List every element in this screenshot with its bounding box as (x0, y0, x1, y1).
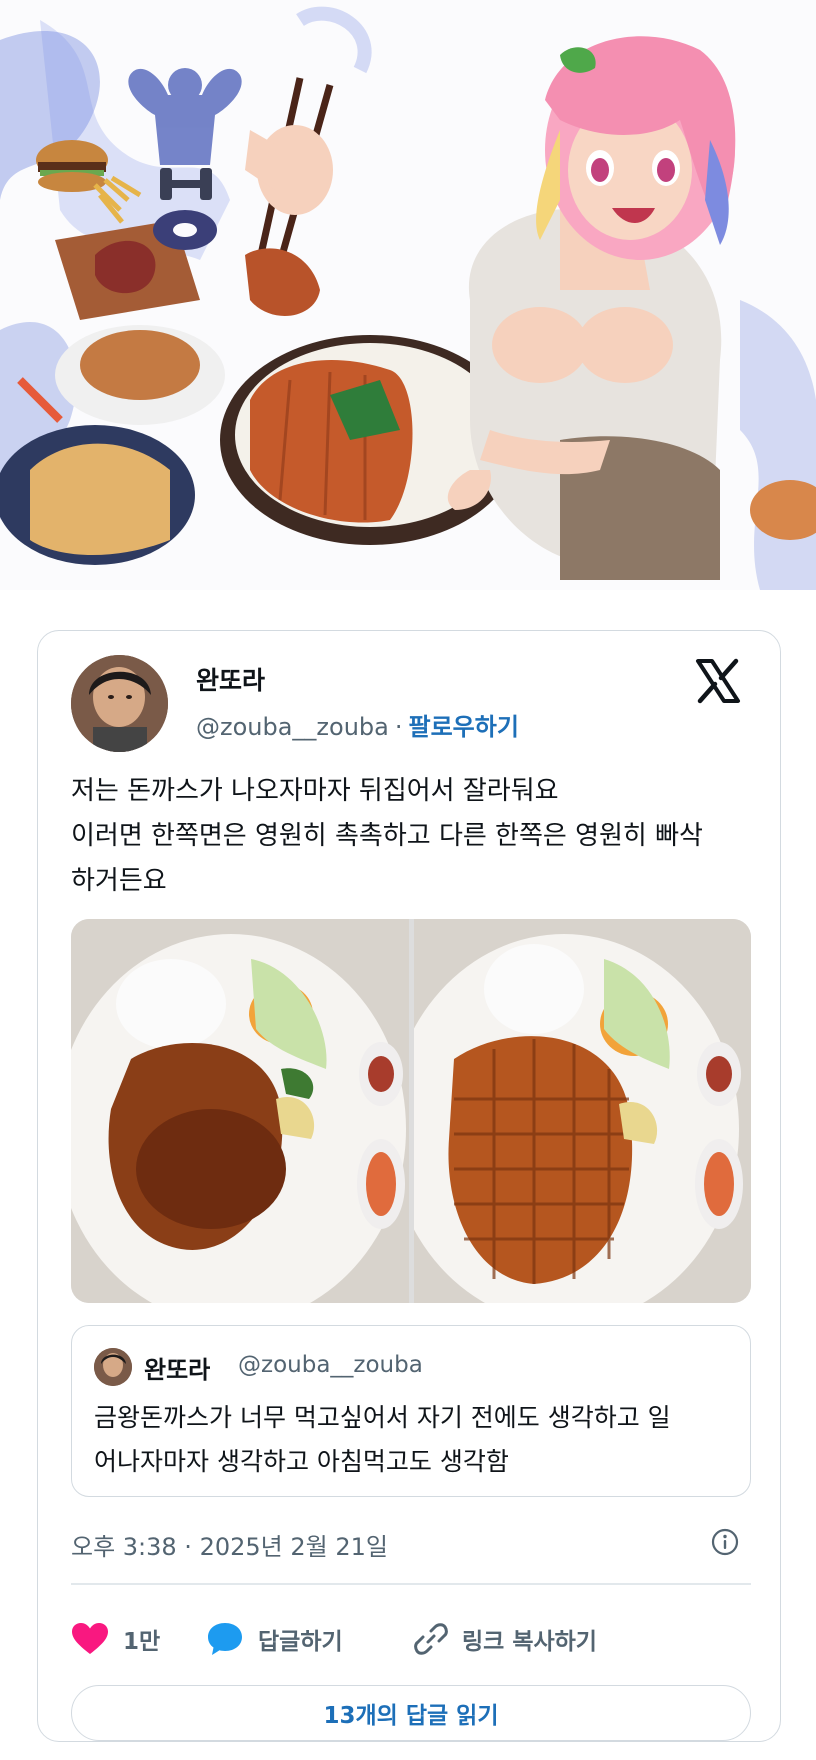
author-meta: @zouba__zouba · 팔로우하기 (196, 707, 519, 742)
speech-bubble-icon (208, 1623, 242, 1655)
divider (71, 1583, 751, 1585)
media-photo-whole-katsu[interactable] (71, 919, 409, 1303)
tweet-text: 저는 돈까스가 나오자마자 뒤집어서 잘라둬요 이러면 한쪽면은 영원히 촉촉하… (71, 769, 761, 904)
x-logo-icon[interactable] (694, 657, 742, 705)
tweet-media[interactable] (71, 919, 751, 1303)
quoted-tweet[interactable]: 완또라 @zouba__zouba 금왕돈까스가 너무 먹고싶어서 자기 전에도… (71, 1325, 751, 1497)
tweet-text-line: 하거든요 (71, 866, 167, 896)
quote-text-line: 금왕돈까스가 너무 먹고싶어서 자기 전에도 생각하고 일 (94, 1403, 671, 1432)
illustration-banner (0, 0, 816, 590)
tweet-text-line: 저는 돈까스가 나오자마자 뒤집어서 잘라둬요 (71, 776, 559, 806)
quote-author-handle: @zouba__zouba (238, 1352, 423, 1378)
tweet-text-line: 이러면 한쪽면은 영원히 촉촉하고 다른 한쪽은 영원히 빠삭 (71, 821, 703, 851)
info-icon[interactable] (710, 1527, 740, 1557)
reply-button[interactable]: 답글하기 (206, 1616, 343, 1662)
like-count: 1만 (123, 1629, 161, 1655)
quote-author-name: 완또라 (144, 1356, 211, 1384)
link-icon (414, 1623, 448, 1655)
quote-text: 금왕돈까스가 너무 먹고싶어서 자기 전에도 생각하고 일 어나자마자 생각하고… (94, 1396, 734, 1484)
media-photo-cut-katsu[interactable] (413, 919, 751, 1303)
heart-icon (72, 1623, 108, 1654)
follow-button[interactable]: 팔로우하기 (409, 713, 519, 741)
copy-link-label: 링크 복사하기 (462, 1629, 597, 1655)
tweet-timestamp[interactable]: 오후 3:38 · 2025년 2월 21일 (71, 1527, 388, 1562)
author-name[interactable]: 완또라 (196, 661, 265, 697)
author-avatar[interactable] (71, 655, 168, 752)
tweet-card[interactable]: 완또라 @zouba__zouba · 팔로우하기 저는 돈까스가 나오자마자 뒤집… (37, 630, 781, 1742)
quote-text-line: 어나자마자 생각하고 아침먹고도 생각함 (94, 1447, 509, 1476)
quote-author-avatar[interactable] (94, 1348, 132, 1386)
read-replies-button[interactable]: 13개의 답글 읽기 (71, 1685, 751, 1741)
tweet-actions: 1만 답글하기 링크 복사하기 (71, 1616, 751, 1662)
copy-link-button[interactable]: 링크 복사하기 (414, 1616, 597, 1662)
reply-label: 답글하기 (258, 1629, 343, 1655)
author-handle[interactable]: @zouba__zouba (196, 713, 389, 741)
separator-dot: · (394, 713, 403, 741)
like-button[interactable]: 1만 (71, 1616, 160, 1662)
